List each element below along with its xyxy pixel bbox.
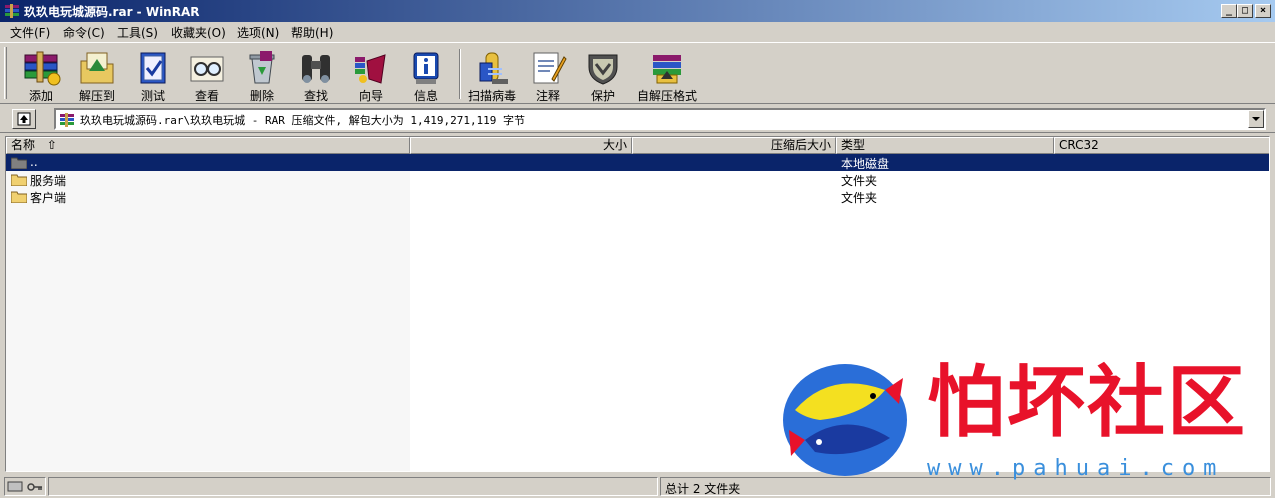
up-folder-button[interactable] [12,109,36,129]
column-header-packed[interactable]: 压缩后大小 [632,137,836,154]
address-text: 玖玖电玩城源码.rar\玖玖电玩城 - RAR 压缩文件, 解包大小为 1,41… [80,114,526,127]
sfx-label: 自解压格式 [636,89,697,103]
find-binoculars-icon [302,55,330,83]
row-type: 文件夹 [841,174,878,188]
wizard-label: 向导 [358,89,383,103]
add-button[interactable]: 添加 [14,47,68,103]
column-name-label: 名称 [11,138,36,152]
list-header: 名称 ⇧ 大小 压缩后大小 类型 CRC32 [6,137,1269,154]
address-bar: 玖玖电玩城源码.rar\玖玖电玩城 - RAR 压缩文件, 解包大小为 1,41… [0,105,1275,133]
folder-icon [11,191,27,203]
toolbar-grip[interactable] [4,47,7,99]
comment-label: 注释 [535,89,560,103]
status-panel-left [48,477,658,496]
row-type: 文件夹 [841,191,878,205]
extract-to-label: 解压到 [78,89,115,103]
comment-icon [533,52,567,84]
find-label: 查找 [303,89,328,103]
toolbar-separator [459,49,461,99]
rar-archive-icon [60,113,74,127]
file-list[interactable]: 名称 ⇧ 大小 压缩后大小 类型 CRC32 .. 本地磁盘 服务端 文件夹 客… [5,136,1270,472]
close-button[interactable]: × [1255,4,1271,18]
row-name: 客户端 [30,191,67,205]
menu-file[interactable]: 文件(F) [10,24,50,41]
column-header-type[interactable]: 类型 [836,137,1054,154]
folder-icon [11,174,27,186]
drive-key-icon[interactable] [5,478,45,495]
delete-button[interactable]: 删除 [235,47,289,103]
books-add-icon [24,51,61,86]
virus-scan-icon [479,52,508,84]
status-panel-right: 总计 2 文件夹 [660,477,1271,496]
folder-up-icon [11,157,27,169]
find-button[interactable]: 查找 [289,47,343,103]
protect-shield-icon [588,54,618,85]
protect-button[interactable]: 保护 [576,47,630,103]
toolbar: 添加 解压到 测试 查看 删除 查找 向导 信息 扫描病毒 注释 保护 自解压格… [0,42,1275,104]
test-label: 测试 [140,89,165,103]
chevron-down-icon [1252,117,1260,121]
view-glasses-icon [190,56,224,82]
maximize-button[interactable]: □ [1237,4,1253,18]
table-row-parent[interactable]: .. 本地磁盘 [6,154,1269,171]
column-header-crc32[interactable]: CRC32 [1054,137,1269,154]
title-bar: 玖玖电玩城源码.rar - WinRAR _ □ × [0,0,1275,22]
address-dropdown-button[interactable] [1248,110,1264,128]
comment-button[interactable]: 注释 [521,47,575,103]
column-header-size[interactable]: 大小 [410,137,632,154]
status-bar: 总计 2 文件夹 [0,475,1275,498]
info-label: 信息 [413,89,438,103]
test-book-icon [140,52,166,84]
window-title: 玖玖电玩城源码.rar - WinRAR [24,5,200,19]
table-row[interactable]: 客户端 文件夹 [6,188,1269,205]
virus-scan-button[interactable]: 扫描病毒 [464,47,520,103]
row-type: 本地磁盘 [841,157,890,171]
info-icon [413,52,439,84]
sort-up-icon: ⇧ [46,138,57,152]
menu-help[interactable]: 帮助(H) [291,24,333,41]
delete-recycle-icon [249,51,275,84]
menu-commands[interactable]: 命令(C) [63,24,105,41]
drive-key-panel [4,477,46,496]
menu-tools[interactable]: 工具(S) [117,24,158,41]
minimize-button[interactable]: _ [1221,4,1237,18]
menu-options[interactable]: 选项(N) [237,24,279,41]
winrar-app-icon[interactable] [4,3,20,19]
wizard-button[interactable]: 向导 [344,47,398,103]
delete-label: 删除 [249,89,274,103]
view-label: 查看 [194,89,219,103]
wizard-icon [355,54,386,84]
up-arrow-icon [17,112,31,126]
virus-scan-label: 扫描病毒 [467,89,516,103]
row-name: 服务端 [30,174,67,188]
table-row[interactable]: 服务端 文件夹 [6,171,1269,188]
add-label: 添加 [28,89,53,103]
sfx-button[interactable]: 自解压格式 [633,47,701,103]
extract-folder-icon [80,52,114,84]
menu-favorites[interactable]: 收藏夹(O) [171,24,226,41]
view-button[interactable]: 查看 [180,47,234,103]
row-name: .. [30,155,38,169]
protect-label: 保护 [590,89,615,103]
menu-bar: 文件(F) 命令(C) 工具(S) 收藏夹(O) 选项(N) 帮助(H) [0,22,1275,42]
info-button[interactable]: 信息 [399,47,453,103]
extract-to-button[interactable]: 解压到 [70,47,124,103]
address-field[interactable]: 玖玖电玩城源码.rar\玖玖电玩城 - RAR 压缩文件, 解包大小为 1,41… [54,108,1266,130]
sfx-icon [653,55,681,84]
status-summary: 总计 2 文件夹 [665,482,741,496]
column-header-name[interactable]: 名称 ⇧ [6,137,410,154]
test-button[interactable]: 测试 [126,47,180,103]
